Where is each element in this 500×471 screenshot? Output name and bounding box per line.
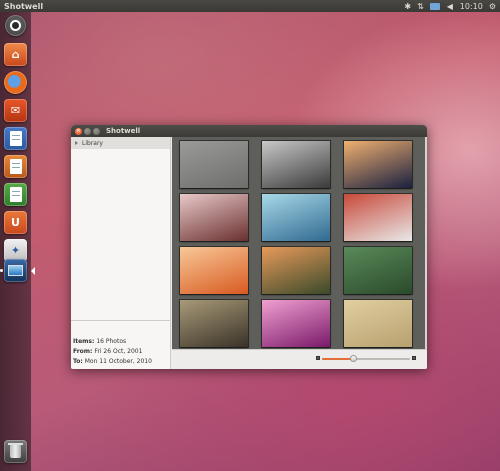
clock[interactable]: 10:10 — [460, 2, 483, 11]
dash-home-button[interactable] — [5, 15, 26, 36]
session-gear-icon[interactable]: ⚙ — [489, 2, 496, 11]
active-indicator — [31, 267, 35, 275]
trash-launcher[interactable] — [4, 440, 27, 463]
network-icon[interactable]: ⇅ — [417, 2, 424, 11]
calc-launcher[interactable] — [4, 183, 27, 206]
photo-thumbnail-valley-landscape[interactable] — [262, 247, 330, 294]
launcher: ⌂ ✉ U ✦ — [0, 12, 35, 471]
indicator-area: ✱ ⇅ ◀ 10:10 ⚙ — [404, 0, 496, 12]
expand-arrow-icon[interactable] — [75, 141, 78, 145]
impress-launcher[interactable] — [4, 155, 27, 178]
firefox-launcher[interactable] — [4, 71, 27, 94]
photo-thumbnail-sunset-horizon[interactable] — [344, 141, 412, 188]
zoom-out-icon[interactable] — [316, 356, 320, 360]
top-panel: Shotwell ✱ ⇅ ◀ 10:10 ⚙ — [0, 0, 500, 12]
photo-thumbnail-pink-blossoms[interactable] — [180, 194, 248, 241]
photo-thumbnail-misty-deer[interactable] — [180, 141, 248, 188]
shotwell-window: × Shotwell Library Items: 16 Photos From… — [71, 125, 427, 369]
home-folder-icon: ⌂ — [11, 48, 20, 61]
photo-thumbnail-red-trees-path[interactable] — [344, 194, 412, 241]
zoom-toolbar — [172, 349, 427, 369]
home-folder-launcher[interactable]: ⌂ — [4, 43, 27, 66]
bird-icon: ✦ — [10, 244, 21, 257]
software-center-launcher[interactable]: U — [4, 211, 27, 234]
spreadsheet-icon — [9, 187, 22, 202]
from-date-row: From: Fri 26 Oct, 2001 — [73, 348, 143, 355]
photo-thumbnail-pink-flower-macro[interactable] — [262, 300, 330, 347]
writer-launcher[interactable] — [4, 127, 27, 150]
shotwell-launcher[interactable] — [4, 259, 27, 282]
library-info: Items: 16 Photos From: Fri 26 Oct, 2001 … — [73, 337, 152, 367]
mail-icon[interactable] — [429, 2, 440, 10]
items-count-row: Items: 16 Photos — [73, 338, 127, 345]
shopping-bag-icon: U — [11, 216, 20, 229]
photo-thumbnail-fountain-pen[interactable] — [180, 300, 248, 347]
envelope-icon: ✉ — [10, 104, 21, 117]
photo-thumbnail-orange-leaves[interactable] — [180, 247, 248, 294]
window-title: Shotwell — [106, 127, 141, 135]
maximize-window-button[interactable] — [93, 127, 100, 135]
zoom-slider-fill — [322, 358, 353, 360]
photo-thumbnail-gears-closeup[interactable] — [262, 141, 330, 188]
zoom-slider-handle[interactable] — [349, 355, 357, 362]
sidebar-divider — [71, 320, 170, 321]
trash-icon — [8, 443, 23, 458]
sidebar-item-library[interactable]: Library — [71, 137, 170, 149]
mail-launcher[interactable]: ✉ — [4, 99, 27, 122]
photo-grid — [172, 137, 427, 349]
close-window-button[interactable]: × — [75, 127, 82, 135]
zoom-in-icon[interactable] — [412, 356, 416, 360]
minimize-window-button[interactable] — [84, 127, 91, 135]
running-indicator — [0, 269, 3, 272]
presentation-icon — [9, 159, 22, 174]
photo-viewer-icon — [8, 265, 23, 276]
ubuntu-logo-icon — [10, 20, 21, 31]
sidebar: Library Items: 16 Photos From: Fri 26 Oc… — [71, 137, 171, 369]
photo-thumbnail-sand-dunes[interactable] — [344, 300, 412, 347]
window-titlebar[interactable]: × Shotwell — [71, 125, 427, 137]
active-app-title: Shotwell — [4, 1, 44, 11]
document-icon — [9, 131, 22, 146]
zoom-slider[interactable] — [322, 355, 410, 362]
volume-icon[interactable]: ◀ — [446, 2, 454, 11]
sidebar-item-label: Library — [82, 139, 103, 147]
to-date-row: To: Mon 11 October, 2010 — [73, 358, 152, 365]
bluetooth-icon[interactable]: ✱ — [404, 2, 411, 11]
photo-thumbnail-red-flowers-field[interactable] — [344, 247, 412, 294]
photo-thumbnail-blue-water[interactable] — [262, 194, 330, 241]
